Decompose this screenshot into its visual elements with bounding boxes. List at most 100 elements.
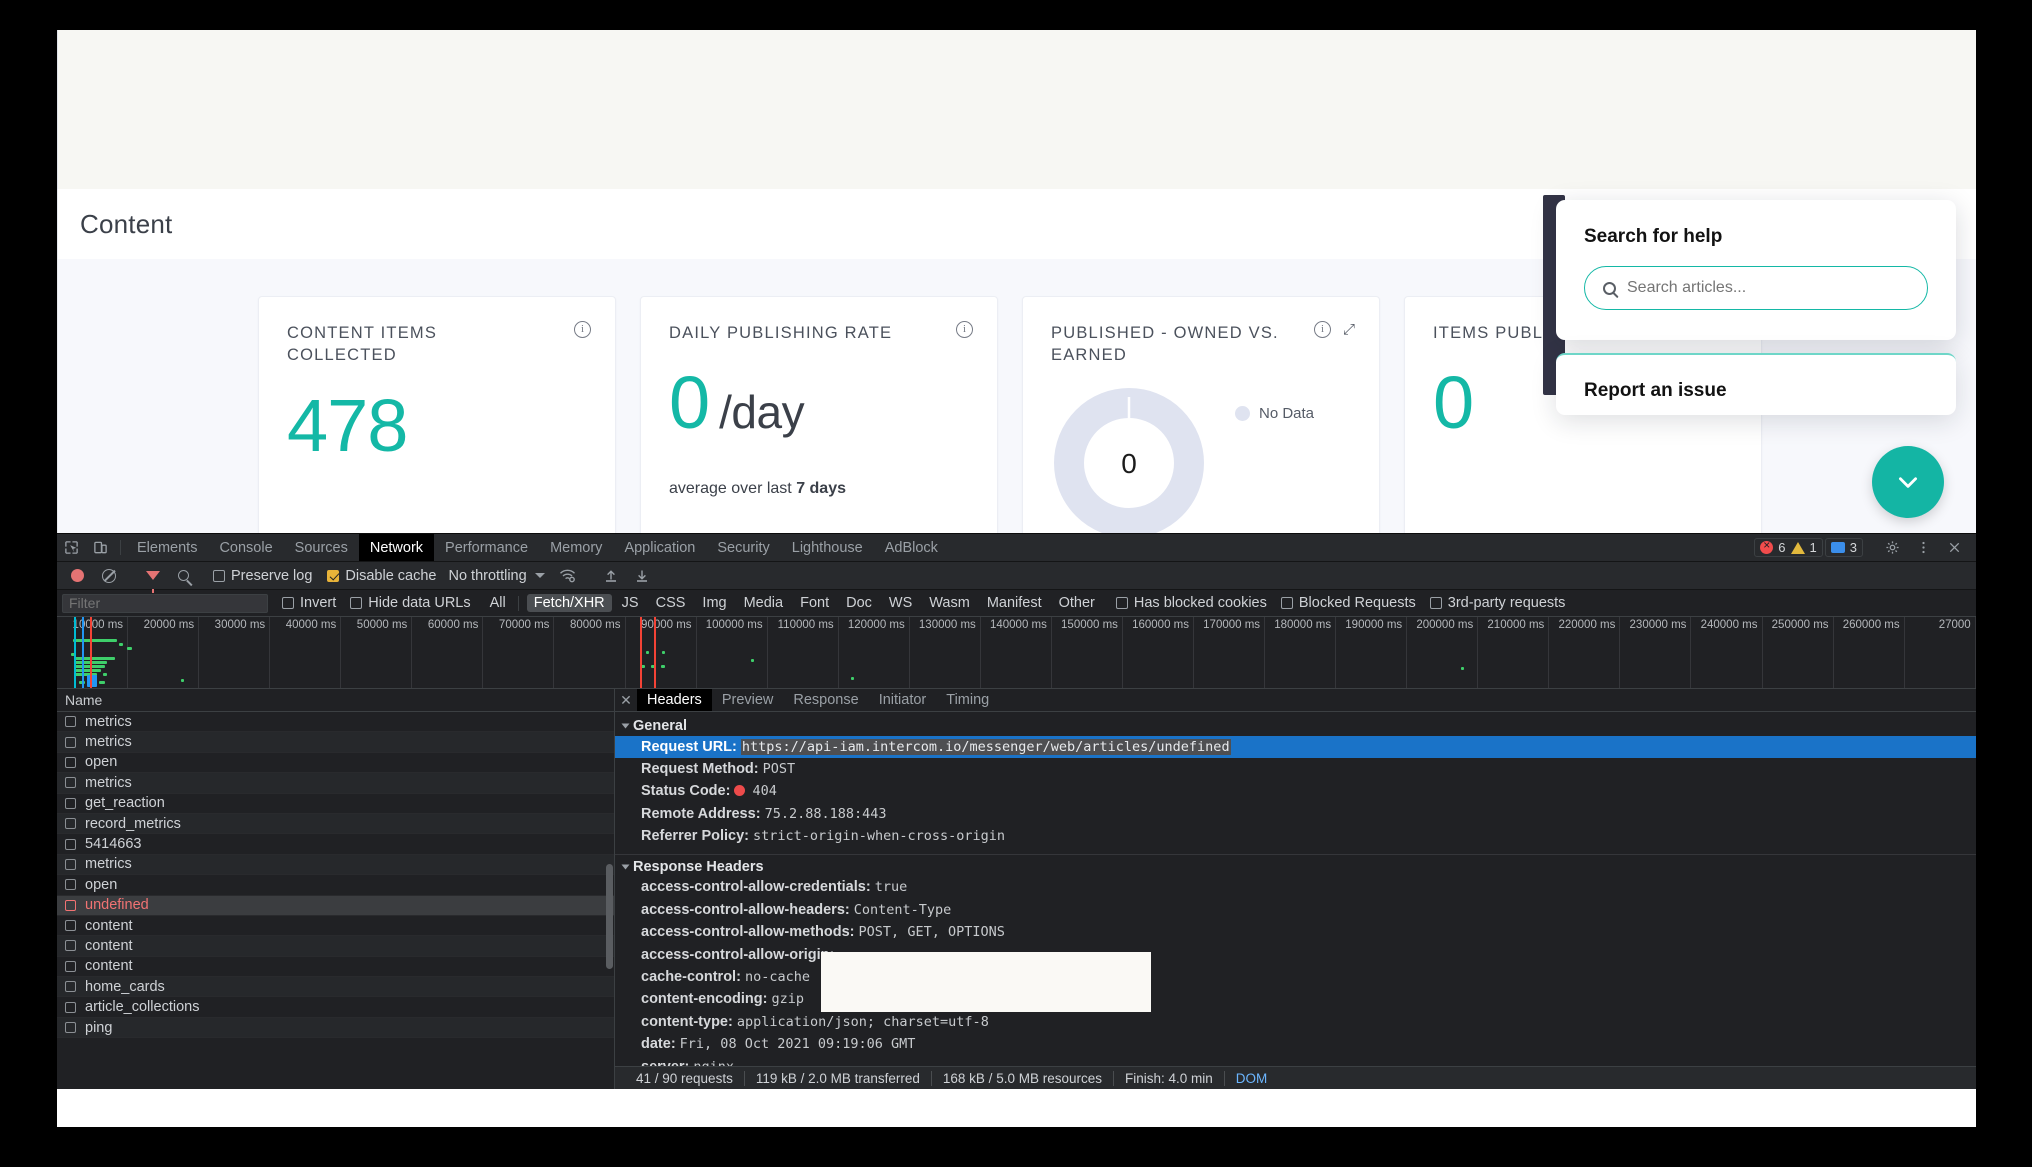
expand-icon[interactable]: ⤢ [1343, 322, 1355, 337]
export-har-icon[interactable] [628, 568, 657, 583]
third-party-requests-checkbox[interactable]: 3rd-party requests [1429, 595, 1565, 611]
requests-column-header[interactable]: Name [57, 689, 614, 712]
request-row[interactable]: article_collections [57, 997, 614, 1018]
request-row[interactable]: metrics [57, 773, 614, 794]
blocked-requests-checkbox[interactable]: Blocked Requests [1280, 595, 1416, 611]
inspect-element-icon[interactable] [57, 534, 86, 561]
row-checkbox[interactable] [65, 858, 76, 870]
request-row[interactable]: content [57, 957, 614, 978]
request-row[interactable]: content [57, 936, 614, 957]
row-checkbox[interactable] [65, 879, 76, 891]
invert-checkbox[interactable]: Invert [282, 595, 336, 611]
row-checkbox[interactable] [65, 940, 76, 952]
request-row[interactable]: content [57, 916, 614, 937]
row-checkbox[interactable] [65, 756, 76, 768]
tab-security[interactable]: Security [706, 534, 780, 561]
header-row-request-url[interactable]: Request URL: https://api-iam.intercom.io… [615, 736, 1976, 759]
filter-toggle-button[interactable] [138, 571, 167, 593]
tab-adblock[interactable]: AdBlock [874, 534, 949, 561]
device-toolbar-icon[interactable] [86, 534, 115, 561]
row-checkbox[interactable] [65, 1022, 76, 1034]
message-counter[interactable]: 3 [1824, 538, 1863, 557]
info-icon[interactable]: i [574, 321, 591, 338]
throttling-select[interactable]: No throttling [448, 568, 526, 584]
has-blocked-cookies-checkbox[interactable]: Has blocked cookies [1115, 595, 1267, 611]
row-checkbox[interactable] [65, 736, 76, 748]
request-row[interactable]: ping [57, 1017, 614, 1039]
filter-type-all[interactable]: All [483, 594, 513, 612]
filter-type-manifest[interactable]: Manifest [980, 594, 1049, 612]
request-row[interactable]: home_cards [57, 977, 614, 998]
tab-sources[interactable]: Sources [284, 534, 359, 561]
row-checkbox[interactable] [65, 838, 76, 850]
row-checkbox[interactable] [65, 777, 76, 789]
record-button[interactable] [63, 569, 92, 582]
filter-type-media[interactable]: Media [737, 594, 791, 612]
detail-tab-timing[interactable]: Timing [936, 689, 999, 711]
tab-application[interactable]: Application [613, 534, 706, 561]
request-row[interactable]: open [57, 875, 614, 896]
tab-memory[interactable]: Memory [539, 534, 613, 561]
messenger-launcher-button[interactable] [1872, 446, 1944, 518]
messenger-report-issue-card[interactable]: Report an issue [1556, 353, 1956, 415]
import-har-icon[interactable] [597, 568, 626, 583]
clear-button[interactable] [94, 568, 123, 583]
request-row[interactable]: metrics [57, 712, 614, 733]
request-row[interactable]: metrics [57, 854, 614, 876]
search-button[interactable] [169, 570, 198, 581]
request-row[interactable]: metrics [57, 732, 614, 753]
gear-icon[interactable] [1878, 540, 1907, 555]
filter-type-wasm[interactable]: Wasm [922, 594, 977, 612]
filter-type-font[interactable]: Font [793, 594, 836, 612]
filter-type-img[interactable]: Img [695, 594, 733, 612]
info-icon[interactable]: i [956, 321, 973, 338]
filter-type-fetch-xhr[interactable]: Fetch/XHR [526, 594, 612, 612]
filter-type-doc[interactable]: Doc [839, 594, 879, 612]
row-checkbox[interactable] [65, 797, 76, 809]
request-row[interactable]: get_reaction [57, 794, 614, 814]
preserve-log-checkbox[interactable]: Preserve log [213, 568, 312, 584]
filter-type-css[interactable]: CSS [649, 594, 693, 612]
row-checkbox[interactable] [65, 899, 76, 911]
requests-list[interactable]: metrics metrics open metrics get_reaction rec… [57, 712, 614, 1089]
filter-type-ws[interactable]: WS [882, 594, 919, 612]
row-checkbox[interactable] [65, 981, 76, 993]
request-row[interactable]: record_metrics [57, 813, 614, 835]
tab-console[interactable]: Console [208, 534, 283, 561]
row-checkbox[interactable] [65, 818, 76, 830]
network-conditions-icon[interactable] [553, 568, 582, 583]
tab-elements[interactable]: Elements [126, 534, 208, 561]
issue-counters[interactable]: 6 1 [1754, 538, 1823, 557]
tab-network[interactable]: Network [358, 534, 435, 561]
more-options-icon[interactable] [1909, 540, 1938, 555]
search-input[interactable] [1627, 279, 1909, 297]
card-title: PUBLISHED - OWNED VS. EARNED [1051, 324, 1279, 365]
detail-tab-preview[interactable]: Preview [712, 689, 784, 711]
network-overview-timeline[interactable]: 10000 ms 20000 ms 30000 ms 40000 ms 50000 ms… [57, 617, 1976, 689]
request-row[interactable]: 5414663 [57, 834, 614, 855]
close-devtools-icon[interactable] [1940, 540, 1969, 555]
info-icon[interactable]: i [1313, 321, 1331, 338]
row-checkbox[interactable] [65, 1001, 76, 1013]
filter-type-other[interactable]: Other [1052, 594, 1102, 612]
filter-input[interactable] [62, 593, 268, 613]
tab-lighthouse[interactable]: Lighthouse [781, 534, 874, 561]
request-row[interactable]: open [57, 753, 614, 774]
general-section-header[interactable]: General [615, 716, 1976, 736]
detail-tab-response[interactable]: Response [783, 689, 868, 711]
request-row[interactable]: undefined [57, 895, 614, 916]
disable-cache-checkbox[interactable]: Disable cache [327, 568, 436, 584]
detail-tab-headers[interactable]: Headers [637, 689, 712, 711]
hide-data-urls-checkbox[interactable]: Hide data URLs [350, 595, 471, 611]
filter-type-js[interactable]: JS [615, 594, 646, 612]
messenger-search-box[interactable] [1584, 266, 1928, 310]
row-checkbox[interactable] [65, 960, 76, 972]
row-checkbox[interactable] [65, 920, 76, 932]
detail-tab-initiator[interactable]: Initiator [869, 689, 937, 711]
response-headers-section-header[interactable]: Response Headers [615, 857, 1976, 877]
tab-performance[interactable]: Performance [434, 534, 539, 561]
close-detail-icon[interactable]: ✕ [615, 689, 637, 711]
chevron-down-icon[interactable] [534, 573, 545, 578]
row-checkbox[interactable] [65, 716, 76, 728]
requests-list-scrollbar[interactable] [606, 864, 613, 969]
